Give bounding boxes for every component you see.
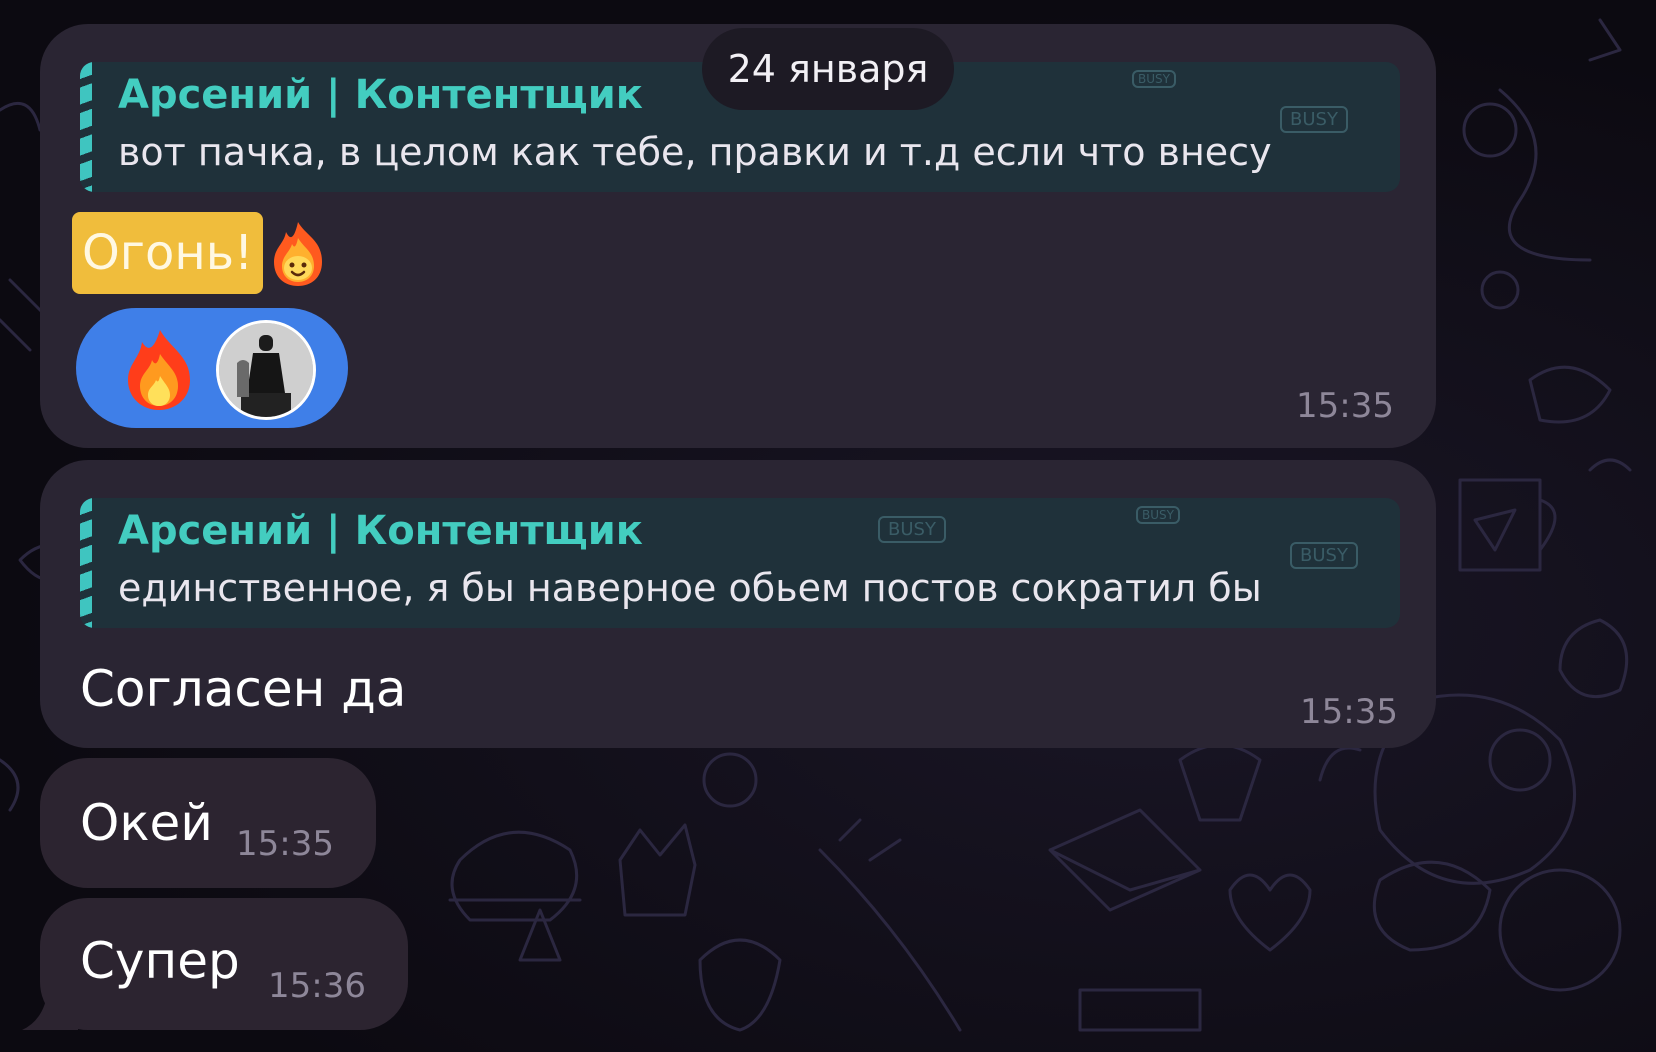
message-time: 15:35 — [1300, 692, 1398, 732]
message-time: 15:35 — [1296, 386, 1394, 426]
reply-author: Арсений | Контентщик — [118, 508, 643, 554]
date-separator: 24 января — [702, 28, 954, 110]
message-text: Супер — [80, 932, 240, 990]
bubble-tail — [22, 990, 78, 1030]
watermark-badge: BUSY — [1136, 506, 1180, 524]
reply-accent-bar — [80, 62, 92, 192]
fire-face-icon — [274, 222, 322, 286]
reply-accent-bar — [80, 498, 92, 628]
watermark-badge: BUSY — [1132, 70, 1176, 88]
message-text: Согласен да — [80, 660, 407, 718]
chat-view: BUSY BUSY Арсений | Контентщик вот пачка… — [0, 0, 1656, 1052]
message-text: Окей — [80, 794, 213, 852]
reaction-chip[interactable] — [76, 308, 348, 428]
message-time: 15:35 — [236, 824, 334, 864]
fire-icon — [128, 330, 190, 410]
reply-text: единственное, я бы наверное обьем постов… — [118, 566, 1262, 610]
reply-quote[interactable]: BUSY BUSY BUSY Арсений | Контентщик един… — [80, 498, 1400, 628]
watermark-badge: BUSY — [878, 516, 946, 543]
reply-author: Арсений | Контентщик — [118, 72, 643, 118]
reaction-user-avatar — [216, 320, 316, 420]
message-text-highlighted: Огонь! — [72, 212, 264, 294]
watermark-badge: BUSY — [1280, 106, 1348, 133]
watermark-badge: BUSY — [1290, 542, 1358, 569]
message-time: 15:36 — [268, 966, 366, 1006]
reply-text: вот пачка, в целом как тебе, правки и т.… — [118, 130, 1272, 174]
